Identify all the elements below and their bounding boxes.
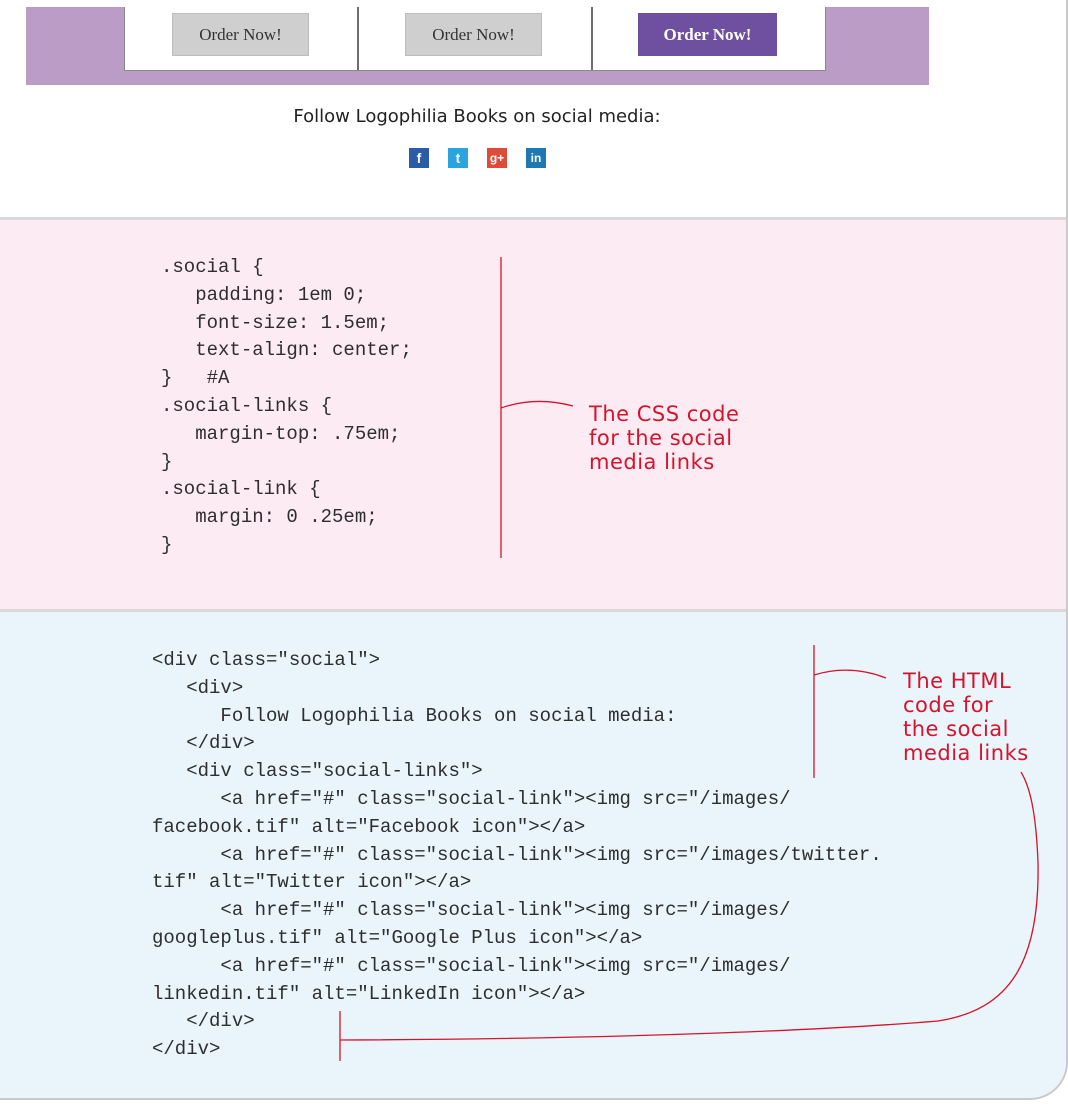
html-code-panel: <div class="social"> <div> Follow Logoph… [0, 612, 1066, 1098]
css-code-panel: .social { padding: 1em 0; font-size: 1.5… [0, 220, 1066, 609]
twitter-icon[interactable]: t [448, 148, 468, 168]
rendered-preview: Order Now! Order Now! Order Now! Follow … [0, 0, 1066, 217]
css-annotation: The CSS code for the social media links [589, 402, 740, 474]
order-now-button-1[interactable]: Order Now! [172, 13, 309, 56]
follow-text: Follow Logophilia Books on social media: [293, 106, 661, 127]
order-now-button-3[interactable]: Order Now! [638, 13, 777, 56]
html-annotation: The HTML code for the social media links [903, 669, 1029, 765]
column-separator [357, 7, 359, 70]
order-now-button-2[interactable]: Order Now! [405, 13, 542, 56]
figure-frame: Order Now! Order Now! Order Now! Follow … [0, 0, 1068, 1100]
social-links: f t g+ in [409, 148, 546, 168]
column-separator [591, 7, 593, 70]
googleplus-icon[interactable]: g+ [487, 148, 507, 168]
linkedin-icon[interactable]: in [526, 148, 546, 168]
css-bracket [500, 257, 574, 558]
facebook-icon[interactable]: f [409, 148, 429, 168]
product-columns: Order Now! Order Now! Order Now! [124, 7, 826, 71]
